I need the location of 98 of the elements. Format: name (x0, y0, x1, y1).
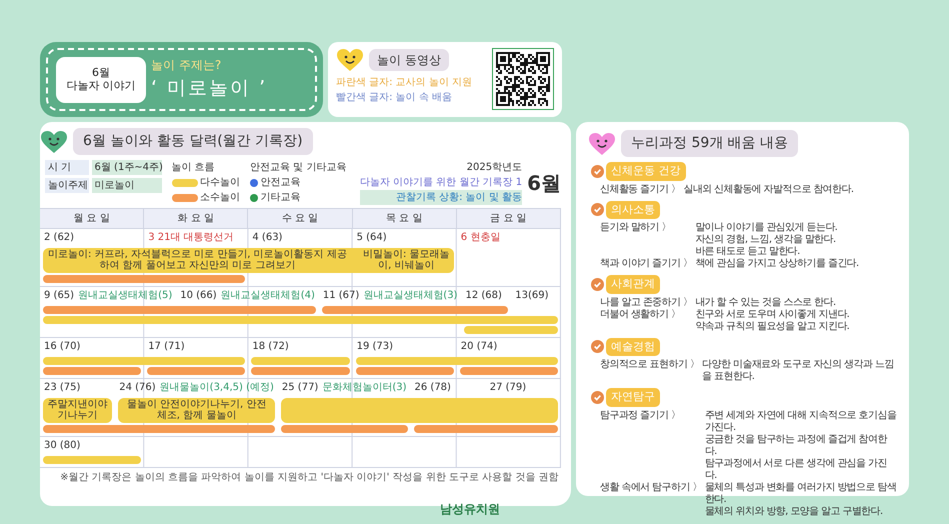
area-tag: 예술경험 (606, 338, 660, 356)
heart-face-icon (588, 132, 616, 156)
theme-title: ‘ 미로놀이 ’ (151, 76, 268, 102)
legend-swatch (172, 194, 198, 202)
heart-face-icon (40, 130, 68, 154)
day-label: 9 (65) (44, 290, 74, 300)
line-text: 약속과 규칙의 필요성을 알고 지킨다. (695, 320, 850, 332)
day-label: 30 (80) (44, 440, 80, 450)
day-label: 6 현충일 (460, 232, 500, 242)
info-label: 시 기 (45, 160, 89, 175)
legend-label: 다수놀이 (200, 176, 240, 190)
line-head: 창의적으로 표현하기 〉 (600, 359, 700, 372)
area-tag: 신체운동 건강 (606, 162, 686, 180)
line-text: 자신의 경험, 느낌, 생각을 말한다. (695, 234, 837, 246)
line-text: 책에 관심을 가지고 상상하기를 즐긴다. (695, 258, 860, 270)
legend-label: 안전교육 (260, 176, 300, 190)
check-icon (590, 340, 604, 354)
weekday-header: 목 요 일 (352, 208, 457, 228)
day-label: 10 (66) (180, 290, 217, 300)
footer-note: ※월간 기록장은 놀이의 흐름을 파악하여 놀이를 지원하고 '다놀자 이야기' 작성을 위한 도구로 사용할 것을 권함 (59, 471, 560, 485)
area-tag: 자연탐구 (606, 388, 660, 406)
subtitle-text: 다놀자 이야기를 위한 월간 기록장 1 (360, 176, 522, 190)
legend-label: 소수놀이 (200, 191, 240, 205)
check-icon (590, 390, 604, 404)
info-value: 6월 (1주~4주) (92, 160, 162, 175)
day-label: 27 (79) (490, 382, 526, 392)
activity-text: 미로놀이: 커프라, 자석블럭으로 미로 만들기, 미로놀이활동지 제공하여 함께 풀어보고 자신만의 미로 그려보기 (47, 248, 348, 272)
day-label: 4 (63) (252, 232, 282, 242)
day-label: 23 (75) (44, 382, 80, 392)
curriculum-title: 누리과정 59개 배움 내용 (621, 130, 798, 157)
check-icon (590, 164, 604, 178)
heart-face-icon (336, 48, 364, 72)
info-value: 미로놀이 (92, 178, 162, 192)
event-label: 문화체험놀이터(3) (322, 382, 407, 392)
status-label: 관찰기록 상황: 놀이 및 활동 (360, 190, 522, 205)
year-label: 2025학년도 (466, 161, 522, 175)
line-text: 궁금한 것을 탐구하는 과정에 즐겁게 참여한다. (704, 434, 888, 458)
legend-text: 파란색 글자: 교사의 놀이 지원 (336, 76, 472, 90)
day-label: 25 (77) (282, 382, 318, 392)
question-text: 놀이 주제는? (151, 57, 222, 74)
check-icon (590, 203, 604, 216)
month-label: 6월 (91, 67, 111, 80)
day-label: 16 (70) (44, 340, 80, 352)
line-head: 더불어 생활하기 〉 (600, 308, 682, 320)
event-label: 원내교실생태체험(3) (363, 290, 458, 300)
line-head: 나를 알고 존중하기 〉 (600, 296, 692, 308)
line-text: 탐구과정에서 서로 다른 생각에 관심을 가진다. (704, 458, 888, 482)
legend-swatch (172, 178, 198, 186)
line-text: 내가 할 수 있는 것을 스스로 한다. (695, 296, 837, 308)
month-heading: 6월 (527, 170, 561, 196)
check-icon (590, 278, 604, 291)
day-label: 2 (62) (44, 232, 74, 242)
legend-label: 기타교육 (260, 191, 300, 205)
activity-text: 비밀놀이: 물모래놀이, 비눼놀이 (362, 248, 450, 272)
video-title: 놀이 동영상 (369, 49, 449, 71)
day-label: 24 (76) (119, 382, 156, 392)
day-label: 12 (68) (465, 290, 502, 300)
legend-title: 놀이 흐름 (172, 161, 216, 175)
line-text: 실내외 신체활동에 자발적으로 참여한다. (683, 184, 854, 196)
line-text: 바른 태도로 듣고 말한다. (695, 246, 801, 258)
series-title: 다놀자 이야기 (65, 80, 137, 92)
line-text: 물체의 위치와 방향, 모양을 알고 구별한다. (704, 506, 884, 518)
weekday-header: 금 요 일 (456, 208, 561, 228)
activity-text: 물놀이 안전이야기나누기, 안전체조, 함께 물놀이 (126, 398, 268, 422)
activity-text: 주말지낸이야기나누기 (47, 398, 108, 422)
day-label: 19 (73) (356, 340, 394, 352)
school-name: 남성유치원 (440, 501, 500, 518)
legend-text: 빨간색 글자: 놀이 속 배움 (336, 90, 454, 104)
legend-title: 안전교육 및 기타교육 (250, 161, 346, 175)
day-label: 13(69) (515, 290, 548, 300)
event-label: 원내교실생태체험(4) (220, 290, 315, 300)
weekday-header: 화 요 일 (144, 208, 248, 228)
line-head: 탐구과정 즐기기 〉 (600, 410, 682, 422)
line-head: 책과 이야기 즐기기 〉 (600, 258, 692, 270)
day-label: 11 (67) (322, 290, 360, 300)
event-label: 원내교실생태체험(5) (78, 290, 172, 300)
event-label: 원내물놀이(3,4,5) (예정) (160, 382, 274, 392)
line-head: 듣기와 말하기 〉 (600, 222, 672, 234)
weekday-header: 월 요 일 (40, 208, 144, 228)
day-label: 18 (72) (252, 340, 289, 352)
day-label: 3 21대 대통령선거 (148, 232, 234, 242)
area-tag: 의사소통 (606, 200, 660, 219)
line-head: 생활 속에서 탐구하기 〉 (600, 482, 702, 494)
calendar-title: 6월 놀이와 활동 달력(월간 기록장) (73, 128, 313, 155)
day-label: 20 (74) (460, 340, 498, 352)
day-label: 17 (71) (148, 340, 185, 352)
qr-code-drawing (492, 48, 554, 110)
line-head: 신체활동 즐기기 〉 (600, 184, 680, 196)
line-text: 말이나 이야기를 관심있게 듣는다. (695, 222, 838, 234)
line-text: 다양한 미술재료와 도구로 자신의 생각과 느낌을 표현한다. (702, 359, 895, 383)
day-label: 26 (78) (414, 382, 451, 392)
line-text: 주변 세계와 자연에 대해 지속적으로 호기심을 가진다. (704, 410, 897, 434)
line-text: 친구와 서로 도우며 사이좋게 지낸다. (695, 308, 850, 320)
info-label: 놀이주제 (45, 178, 89, 192)
weekday-header: 수 요 일 (248, 208, 353, 228)
area-tag: 사회관계 (606, 275, 660, 294)
line-text: 물체의 특성과 변화를 여러가지 방법으로 탐색한다. (704, 482, 897, 506)
day-label: 5 (64) (356, 232, 387, 242)
